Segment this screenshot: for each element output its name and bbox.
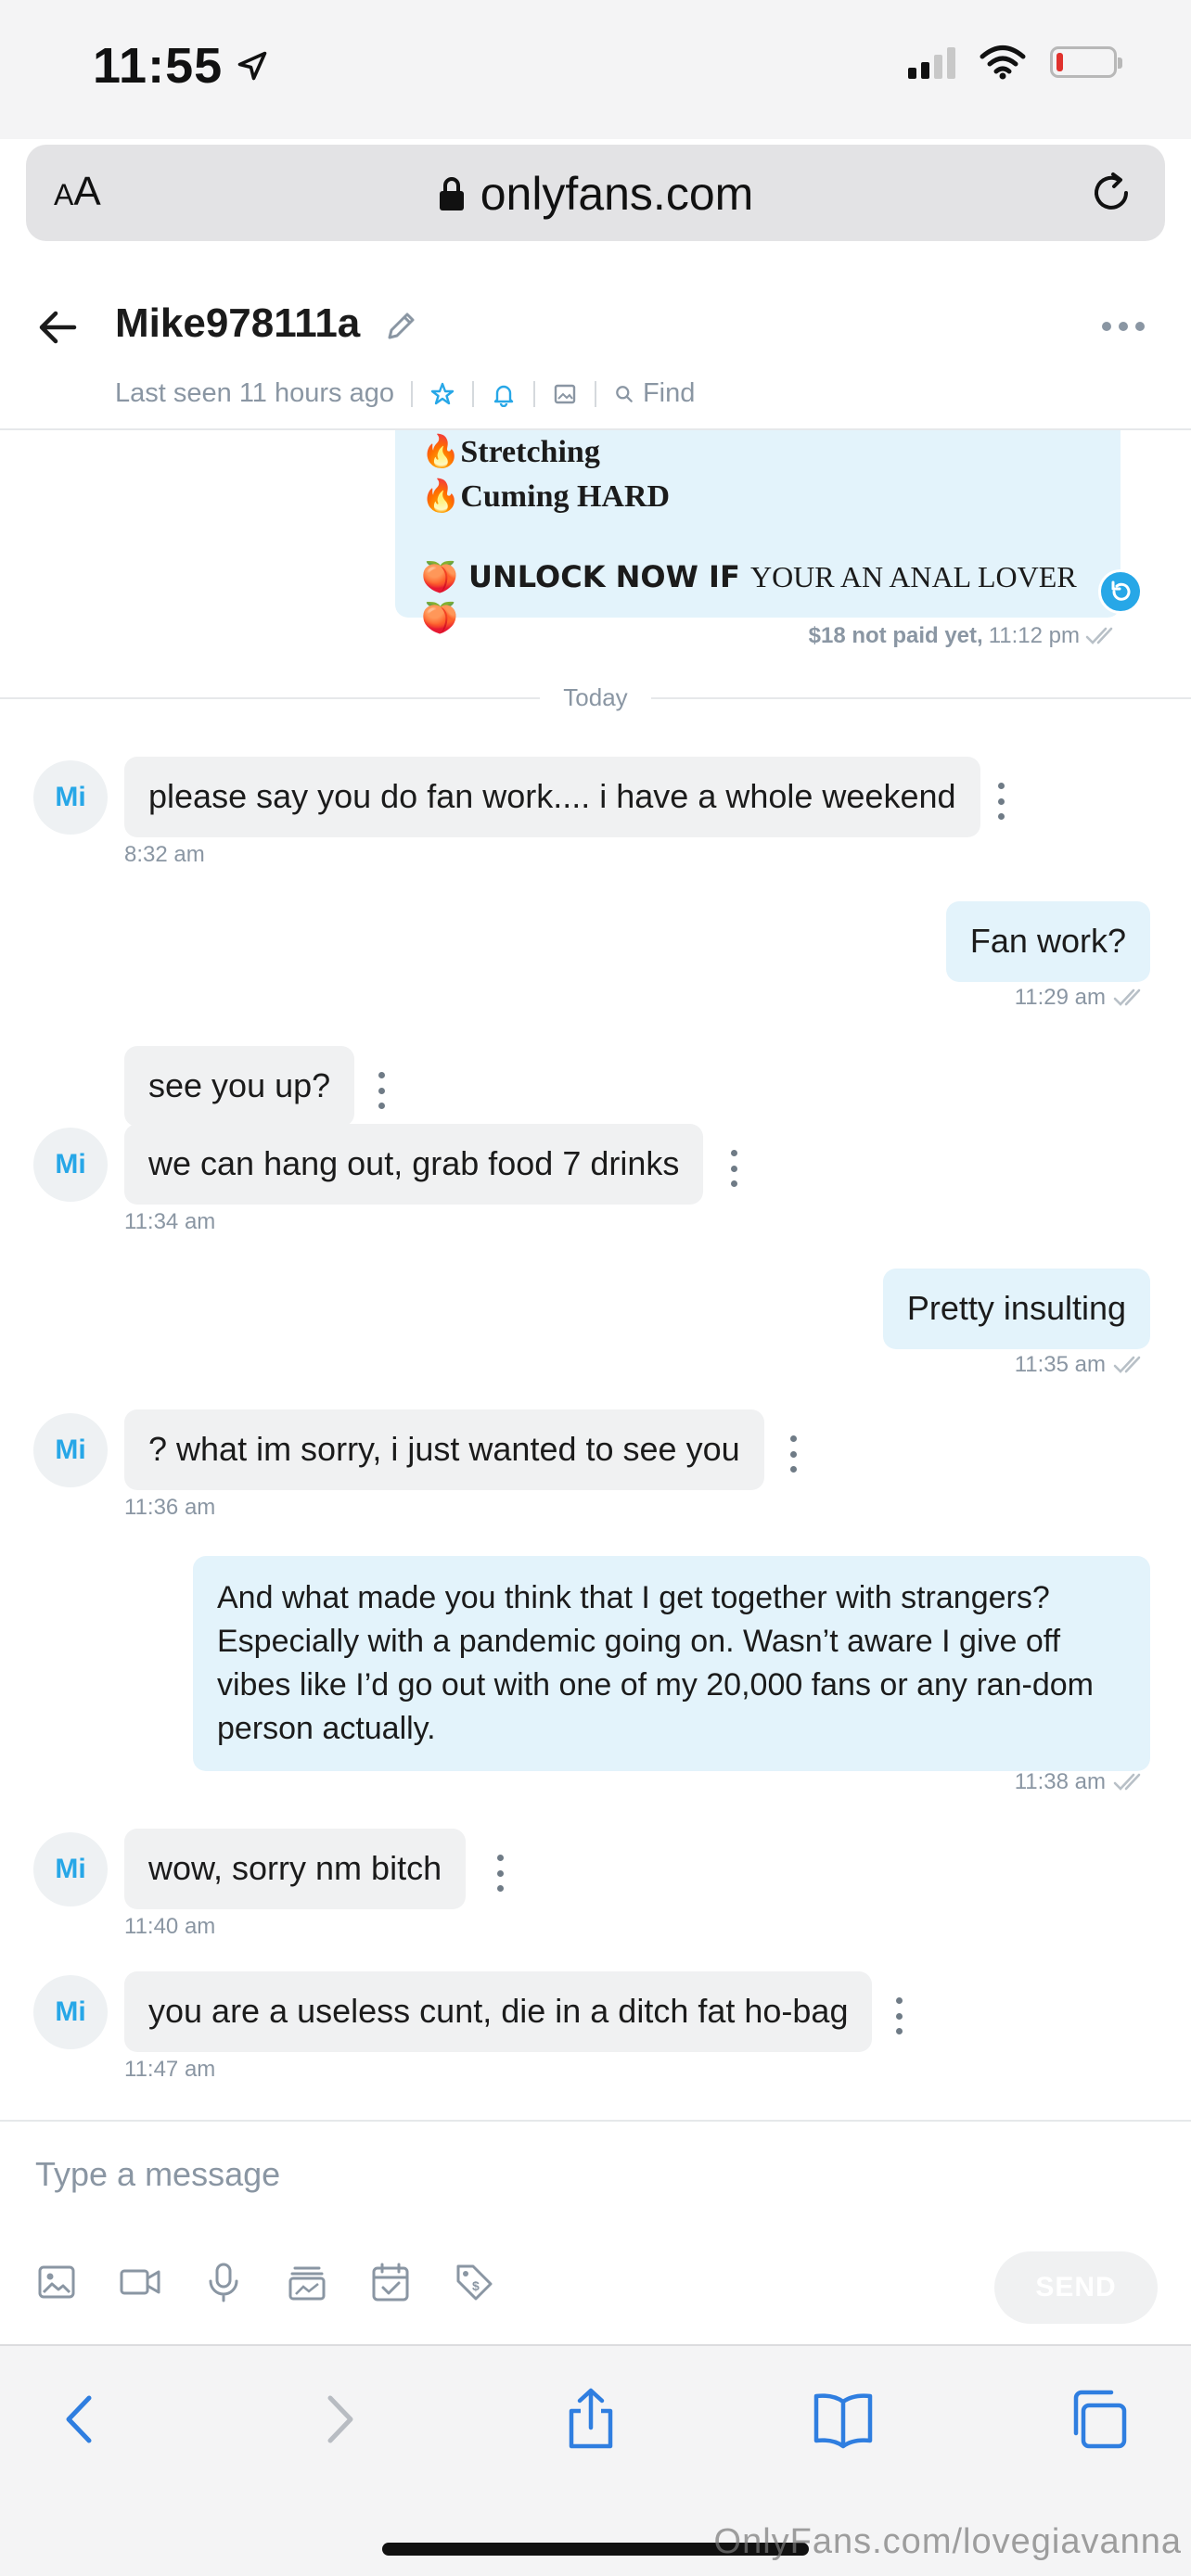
chat-username[interactable]: Mike978111a: [115, 300, 360, 347]
search-icon: [616, 385, 633, 402]
chat-header: Mike978111a Last seen 11 hours ago Find: [0, 269, 1191, 430]
outgoing-message[interactable]: Pretty insulting: [882, 1269, 1150, 1349]
incoming-message[interactable]: you are a useless cunt, die in a ditch f…: [124, 1971, 873, 2052]
battery-level: [1057, 53, 1063, 71]
composer-tools: $: [35, 2261, 495, 2303]
gallery-icon[interactable]: [552, 381, 578, 407]
message-meta: 11:38 am: [1015, 1769, 1150, 1795]
message-input[interactable]: Type a message: [35, 2155, 280, 2194]
price-tag-icon[interactable]: $: [453, 2261, 495, 2303]
double-check-icon: [1113, 1773, 1141, 1791]
ppv-line: 🔥Cuming HARD: [421, 479, 671, 514]
ppv-message-bubble[interactable]: 🔥Stretching 🔥Cuming HARD 🍑 UNLOCK NOW IF…: [395, 430, 1121, 635]
forward-icon[interactable]: [306, 2387, 371, 2452]
star-icon[interactable]: [429, 381, 455, 407]
ppv-line: 🔥Stretching: [421, 435, 600, 469]
avatar[interactable]: Mi: [33, 1413, 108, 1487]
message-time: 11:38 am: [1014, 1769, 1106, 1794]
reload-icon[interactable]: [1085, 167, 1137, 219]
back-icon[interactable]: [48, 2387, 113, 2452]
outgoing-message[interactable]: And what made you think that I get toget…: [193, 1556, 1150, 1771]
message-options-icon[interactable]: [788, 1435, 798, 1473]
vault-icon[interactable]: [286, 2261, 328, 2303]
divider: [594, 380, 596, 407]
image-icon[interactable]: [35, 2261, 78, 2303]
date-divider: Today: [0, 679, 1191, 716]
battery-icon: [1050, 46, 1122, 78]
more-options-button[interactable]: [1102, 315, 1154, 338]
message-composer: Type a message $ SEND: [0, 2120, 1191, 2344]
message-time: 11:40 am: [124, 1914, 216, 1939]
message-time: 8:32 am: [124, 842, 205, 867]
message-time: 11:36 am: [124, 1495, 216, 1520]
find-button[interactable]: Find: [613, 378, 695, 409]
undo-icon[interactable]: [1098, 569, 1143, 614]
message-options-icon[interactable]: [996, 783, 1005, 820]
avatar[interactable]: Mi: [33, 1975, 108, 2049]
double-check-icon: [1113, 988, 1141, 1006]
back-arrow-icon[interactable]: [35, 304, 82, 351]
message-time: 11:34 am: [124, 1209, 216, 1234]
bookmarks-icon[interactable]: [811, 2387, 876, 2452]
cellular-signal-icon: [908, 45, 955, 79]
status-time: 11:55: [93, 38, 224, 94]
ppv-message-meta: $18 not paid yet, 11:12 pm: [809, 623, 1122, 649]
message-options-icon[interactable]: [894, 1997, 903, 2034]
status-bar: 11:55: [0, 0, 1191, 139]
lock-icon: [439, 177, 464, 210]
incoming-message[interactable]: ? what im sorry, i just wanted to see yo…: [124, 1409, 764, 1490]
divider: [532, 380, 535, 407]
status-time-group: 11:55: [93, 37, 269, 95]
double-check-icon: [1085, 627, 1113, 644]
find-label: Find: [642, 378, 696, 408]
wifi-icon: [980, 45, 1026, 80]
message-time: 11:12 pm: [988, 623, 1080, 648]
send-button[interactable]: SEND: [994, 2251, 1158, 2324]
pencil-icon[interactable]: [382, 308, 419, 345]
date-label: Today: [540, 679, 651, 716]
svg-text:$: $: [472, 2278, 480, 2293]
watermark-text: OnlyFans.com/lovegiavanna: [713, 2522, 1182, 2561]
url-text: onlyfans.com: [480, 168, 754, 220]
location-arrow-icon: [237, 51, 267, 81]
avatar[interactable]: Mi: [33, 760, 108, 835]
chat-subheader: Last seen 11 hours ago Find: [115, 378, 695, 409]
message-list[interactable]: 🔥Stretching 🔥Cuming HARD 🍑 UNLOCK NOW IF…: [0, 430, 1191, 2120]
message-meta: 11:35 am: [1015, 1352, 1150, 1378]
avatar[interactable]: Mi: [33, 1128, 108, 1202]
message-time: 11:47 am: [124, 2057, 216, 2082]
message-options-icon[interactable]: [377, 1072, 386, 1109]
address-bar[interactable]: AA onlyfans.com: [26, 145, 1165, 241]
double-check-icon: [1113, 1356, 1141, 1373]
message-options-icon[interactable]: [729, 1150, 738, 1187]
incoming-message[interactable]: we can hang out, grab food 7 drinks: [124, 1124, 704, 1205]
divider: [410, 380, 413, 407]
ppv-price-status: $18 not paid yet,: [808, 623, 983, 648]
divider: [471, 380, 474, 407]
url-display[interactable]: onlyfans.com: [26, 167, 1165, 221]
message-time: 11:35 am: [1014, 1352, 1106, 1377]
outgoing-message[interactable]: Fan work?: [945, 901, 1150, 982]
incoming-message[interactable]: see you up?: [124, 1046, 355, 1127]
message-time: 11:29 am: [1014, 985, 1106, 1010]
message-options-icon[interactable]: [495, 1855, 505, 1892]
browser-toolbar: OnlyFans.com/lovegiavanna: [0, 2344, 1191, 2576]
schedule-icon[interactable]: [369, 2261, 412, 2303]
bell-icon[interactable]: [491, 381, 517, 407]
video-icon[interactable]: [119, 2261, 161, 2303]
status-indicators: [908, 45, 1122, 80]
last-seen-text: Last seen 11 hours ago: [115, 378, 394, 408]
share-icon[interactable]: [558, 2387, 623, 2452]
incoming-message[interactable]: wow, sorry nm bitch: [124, 1829, 467, 1909]
avatar[interactable]: Mi: [33, 1832, 108, 1906]
message-meta: 11:29 am: [1015, 985, 1150, 1011]
microphone-icon[interactable]: [202, 2261, 245, 2303]
tabs-icon[interactable]: [1065, 2387, 1130, 2452]
incoming-message[interactable]: please say you do fan work.... i have a …: [124, 757, 980, 837]
